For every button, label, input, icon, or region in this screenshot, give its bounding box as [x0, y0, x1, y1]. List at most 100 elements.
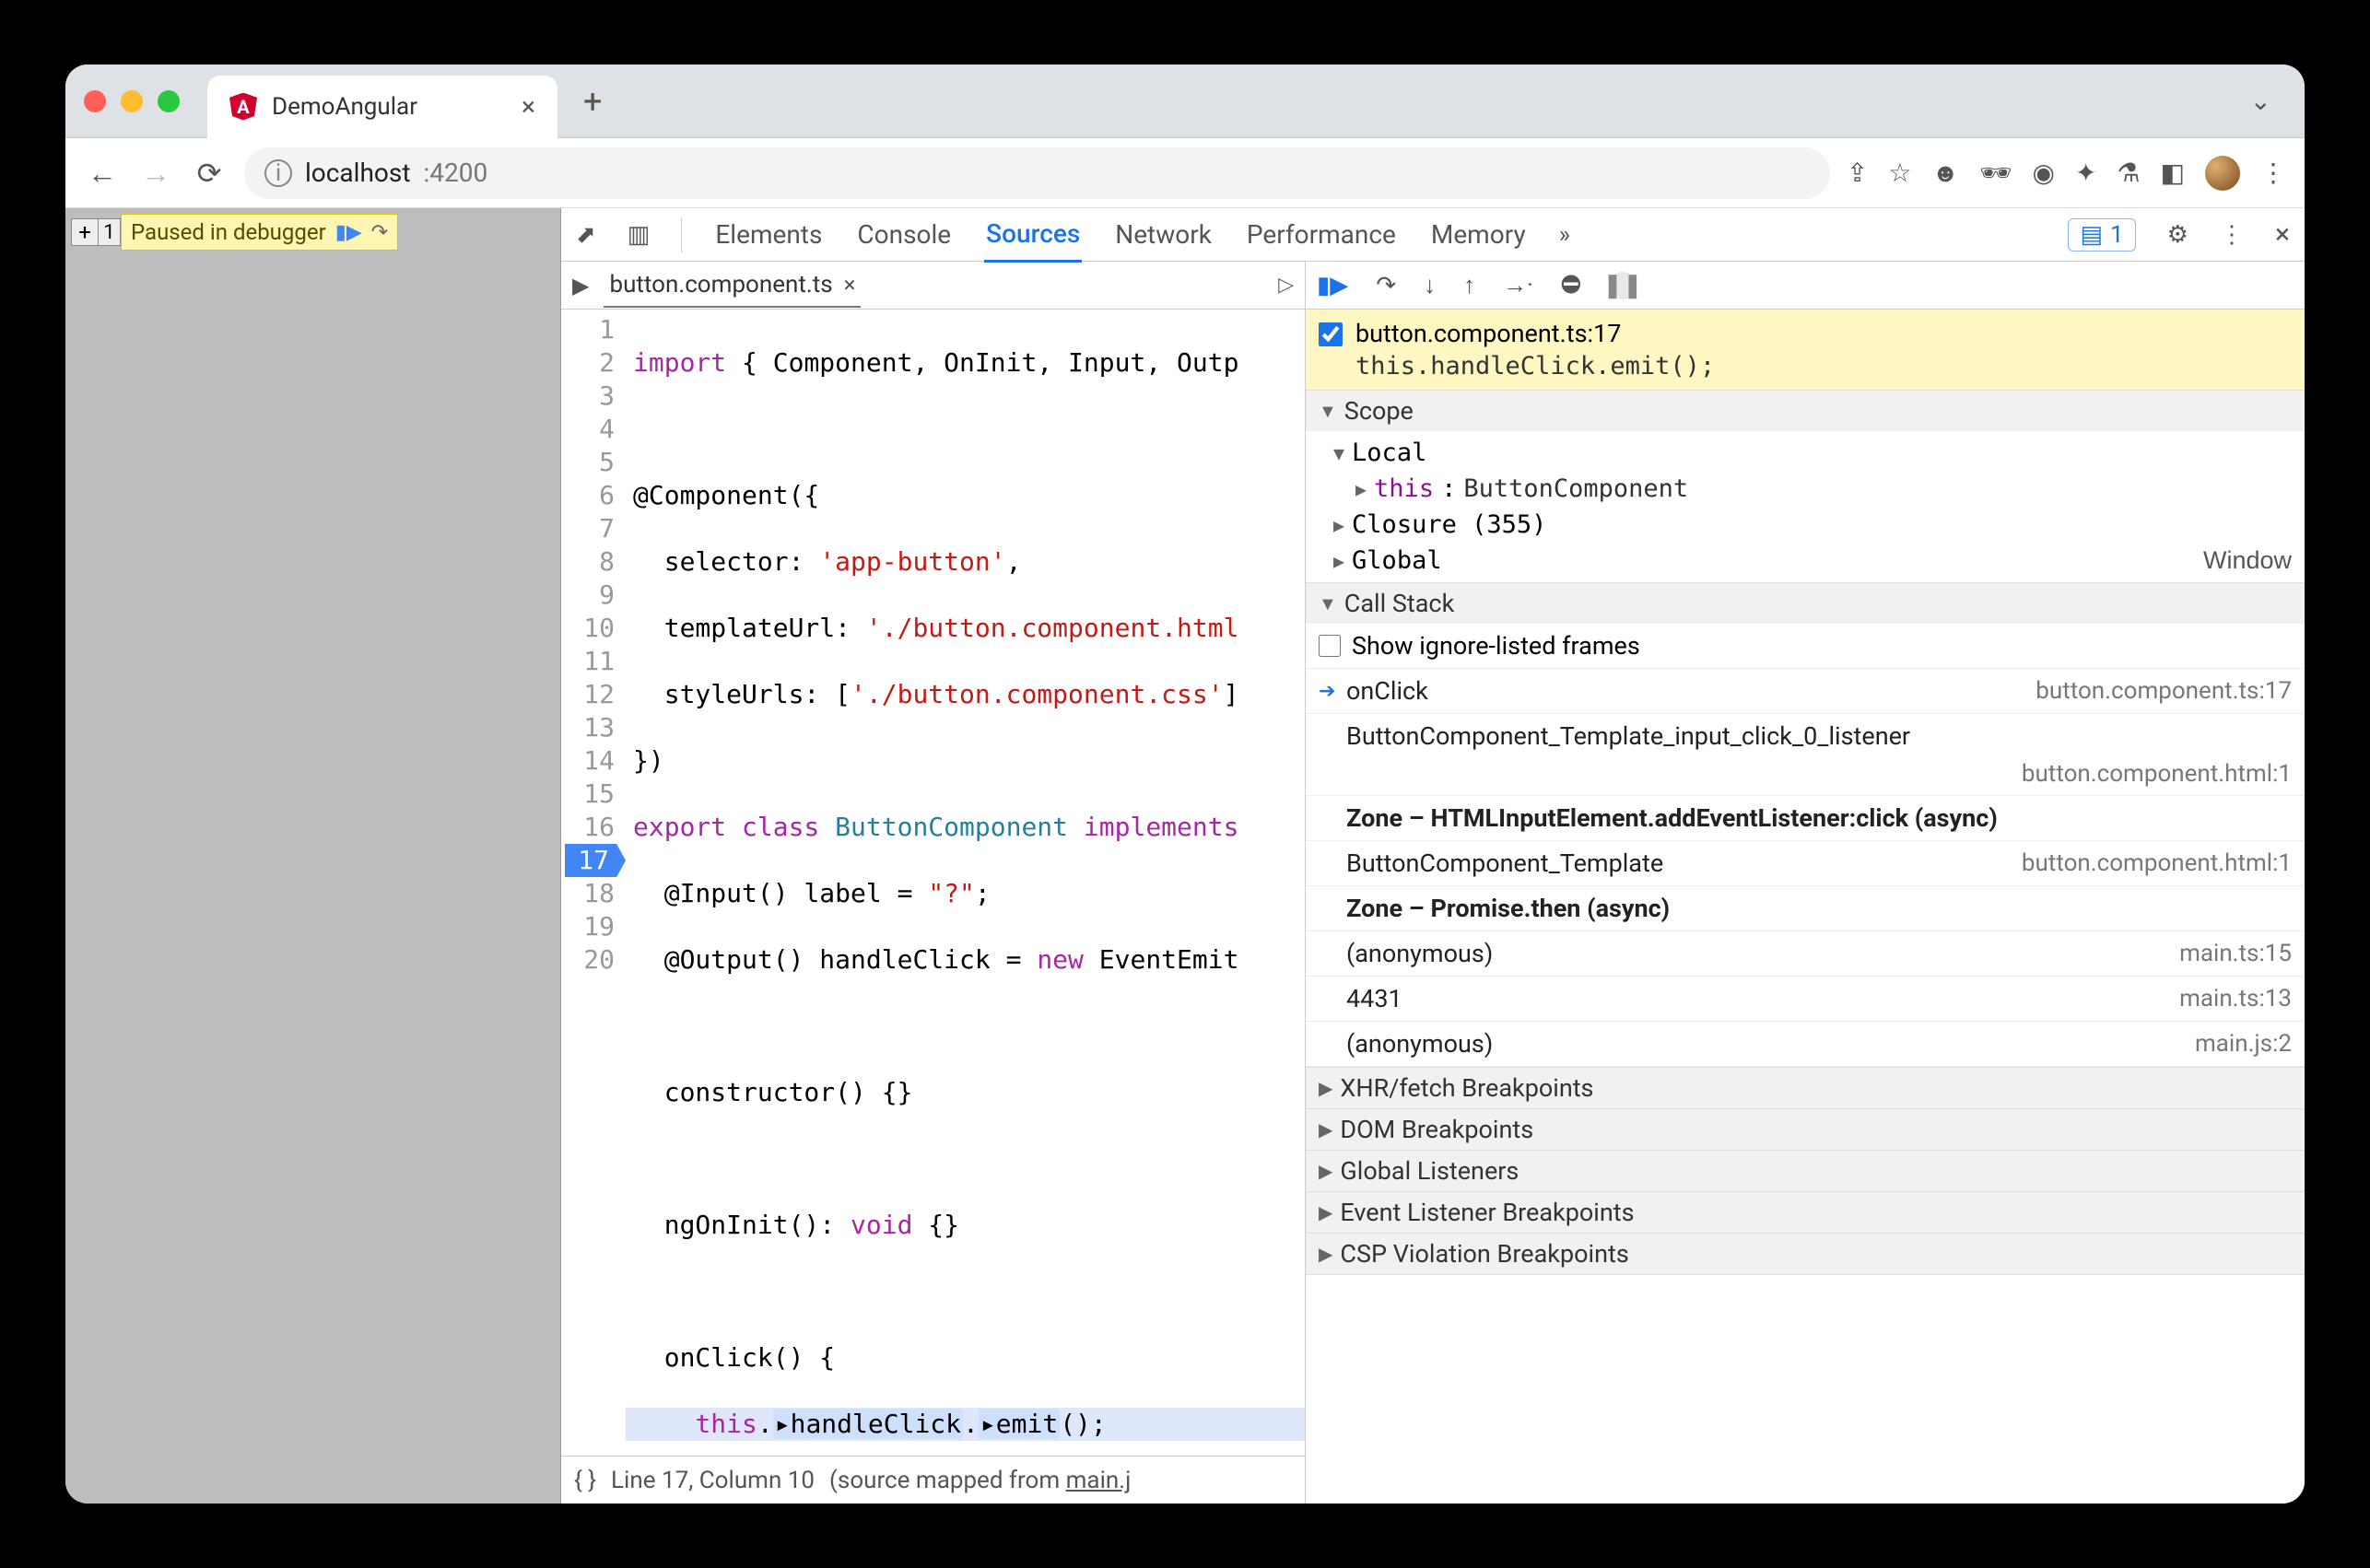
tab-network[interactable]: Network	[1113, 208, 1214, 261]
step-button[interactable]: →·	[1503, 271, 1533, 299]
inspect-element-icon[interactable]: ⬈	[576, 221, 596, 249]
titlebar: DemoAngular × + ⌄	[65, 64, 2305, 138]
close-devtools-icon[interactable]: ×	[2275, 218, 2290, 251]
chevron-right-icon: ▶	[1319, 1077, 1332, 1099]
editor-statusbar: { } Line 17, Column 10 (source mapped fr…	[561, 1456, 1305, 1504]
browser-tab[interactable]: DemoAngular ×	[207, 76, 557, 138]
chevron-right-icon: ▶	[1333, 550, 1344, 572]
issues-icon: ▤	[2080, 221, 2103, 249]
breakpoint-toolbar: + 1	[71, 214, 121, 251]
chevron-right-icon: ▶	[1319, 1118, 1332, 1141]
add-button[interactable]: +	[71, 218, 99, 246]
share-icon[interactable]: ⇪	[1847, 158, 1868, 188]
step-over-button[interactable]: ↷	[1376, 272, 1396, 299]
chrome-menu-icon[interactable]: ⋮	[2260, 158, 2286, 188]
close-file-icon[interactable]: ×	[844, 272, 856, 298]
pretty-print-icon[interactable]: { }	[574, 1467, 596, 1494]
tab-performance[interactable]: Performance	[1245, 208, 1398, 261]
extension-icon-1[interactable]: ☻	[1932, 158, 1959, 188]
tab-memory[interactable]: Memory	[1429, 208, 1528, 261]
show-ignored-checkbox[interactable]	[1319, 635, 1341, 657]
bookmark-icon[interactable]: ☆	[1888, 158, 1911, 188]
tab-console[interactable]: Console	[855, 208, 953, 261]
event-listener-breakpoints-header[interactable]: ▶Event Listener Breakpoints	[1306, 1192, 2305, 1233]
code-editor[interactable]: 1234567891011121314151617181920 import {…	[561, 310, 1305, 1456]
settings-icon[interactable]: ⚙	[2167, 221, 2188, 249]
callstack-frame[interactable]: 4431 main.ts:13	[1306, 977, 2305, 1022]
main-area: + 1 Paused in debugger ▮▶ ↷ ⬈ ▥ Elements…	[65, 208, 2305, 1504]
resume-icon[interactable]: ▮▶	[335, 221, 362, 244]
callstack-async-boundary: Zone – Promise.then (async)	[1306, 886, 2305, 931]
breakpoint-enabled-checkbox[interactable]	[1319, 322, 1343, 346]
site-info-icon[interactable]: i	[264, 159, 292, 187]
kebab-menu-icon[interactable]: ⋮	[2220, 221, 2244, 249]
file-tab[interactable]: button.component.ts ×	[604, 263, 861, 308]
callstack-frame[interactable]: (anonymous) main.js:2	[1306, 1022, 2305, 1067]
step-over-icon[interactable]: ↷	[371, 221, 388, 244]
incognito-icon[interactable]: 🕶	[1979, 158, 2012, 188]
line-gutter[interactable]: 1234567891011121314151617181920	[561, 310, 626, 1456]
chevron-down-icon: ▼	[1319, 400, 1337, 423]
run-snippet-icon[interactable]: ▷	[1278, 274, 1294, 297]
reload-button[interactable]: ⟳	[191, 156, 228, 191]
cursor-position: Line 17, Column 10	[611, 1467, 815, 1494]
chevron-right-icon: ▶	[1319, 1201, 1332, 1223]
side-panel-icon[interactable]: ◧	[2161, 158, 2185, 188]
csp-breakpoints-header[interactable]: ▶CSP Violation Breakpoints	[1306, 1234, 2305, 1274]
close-tab-icon[interactable]: ×	[522, 91, 535, 122]
issues-count: 1	[2110, 221, 2124, 249]
tab-elements[interactable]: Elements	[713, 208, 824, 261]
step-into-button[interactable]: ↓	[1424, 271, 1436, 299]
callstack-frame[interactable]: ➔ onClick button.component.ts:17	[1306, 669, 2305, 714]
scope-closure[interactable]: ▶ Closure (355)	[1306, 507, 2305, 543]
show-ignored-frames-row[interactable]: Show ignore-listed frames	[1306, 624, 2305, 669]
breakpoint-marker[interactable]: 17	[565, 844, 626, 877]
tab-title: DemoAngular	[272, 93, 417, 121]
more-tabs-icon[interactable]: »	[1559, 221, 1570, 249]
window-maximize-button[interactable]	[158, 90, 180, 112]
scope-global[interactable]: ▶ Global Window	[1306, 543, 2305, 579]
callstack-frame[interactable]: ButtonComponent_Template_input_click_0_l…	[1306, 714, 2305, 796]
current-frame-icon: ➔	[1319, 680, 1337, 703]
separator	[681, 217, 682, 252]
forward-button[interactable]: →	[137, 156, 174, 191]
callstack-frame[interactable]: ButtonComponent_Template button.componen…	[1306, 841, 2305, 886]
window-close-button[interactable]	[84, 90, 106, 112]
url-host: localhost	[305, 158, 410, 188]
window-minimize-button[interactable]	[121, 90, 143, 112]
global-listeners-header[interactable]: ▶Global Listeners	[1306, 1151, 2305, 1191]
breakpoint-location[interactable]: button.component.ts:17	[1355, 319, 1621, 348]
callstack-header[interactable]: ▼ Call Stack	[1306, 583, 2305, 624]
source-map-link[interactable]: main.j	[1066, 1467, 1132, 1494]
scope-header[interactable]: ▼ Scope	[1306, 391, 2305, 431]
breakpoint-code: this.handleClick.emit();	[1355, 352, 1715, 380]
tab-sources[interactable]: Sources	[984, 207, 1082, 263]
step-out-button[interactable]: ↑	[1463, 271, 1475, 299]
url-port: :4200	[423, 158, 487, 188]
tab-overflow-icon[interactable]: ⌄	[2235, 86, 2286, 116]
extensions-menu-icon[interactable]: ✦	[2075, 158, 2096, 188]
resume-button[interactable]: ▮▶	[1317, 272, 1348, 299]
scope-section: ▼ Scope ▼ Local ▶ this: ButtonCompo	[1306, 391, 2305, 583]
scope-this[interactable]: ▶ this: ButtonComponent	[1306, 471, 2305, 507]
navigator-toggle-icon[interactable]: ▶	[572, 273, 589, 298]
device-toolbar-icon[interactable]: ▥	[628, 221, 651, 249]
counter-label: 1	[99, 218, 121, 246]
callstack-frame[interactable]: (anonymous) main.ts:15	[1306, 931, 2305, 977]
code-content: import { Component, OnInit, Input, Outp …	[626, 310, 1305, 1456]
extension-icon-2[interactable]: ◉	[2033, 158, 2055, 188]
dom-breakpoints-header[interactable]: ▶DOM Breakpoints	[1306, 1109, 2305, 1150]
profile-avatar[interactable]	[2205, 156, 2240, 191]
issues-badge[interactable]: ▤ 1	[2068, 218, 2135, 252]
new-tab-button[interactable]: +	[572, 82, 613, 121]
chevron-down-icon: ▼	[1333, 442, 1344, 464]
labs-icon[interactable]: ⚗	[2117, 158, 2140, 188]
address-bar: ← → ⟳ i localhost :4200 ⇪ ☆ ☻ 🕶 ◉ ✦ ⚗ ◧ ⋮	[65, 138, 2305, 208]
url-input[interactable]: i localhost :4200	[244, 147, 1830, 199]
deactivate-breakpoints-button[interactable]: ⛔︎	[1561, 271, 1581, 299]
editor-pane: ▶ button.component.ts × ▷ 12345678910111…	[561, 262, 1306, 1504]
xhr-breakpoints-header[interactable]: ▶XHR/fetch Breakpoints	[1306, 1068, 2305, 1108]
back-button[interactable]: ←	[84, 156, 121, 191]
pause-on-exceptions-button[interactable]: ❚❚	[1609, 272, 1637, 299]
scope-local[interactable]: ▼ Local	[1306, 435, 2305, 471]
